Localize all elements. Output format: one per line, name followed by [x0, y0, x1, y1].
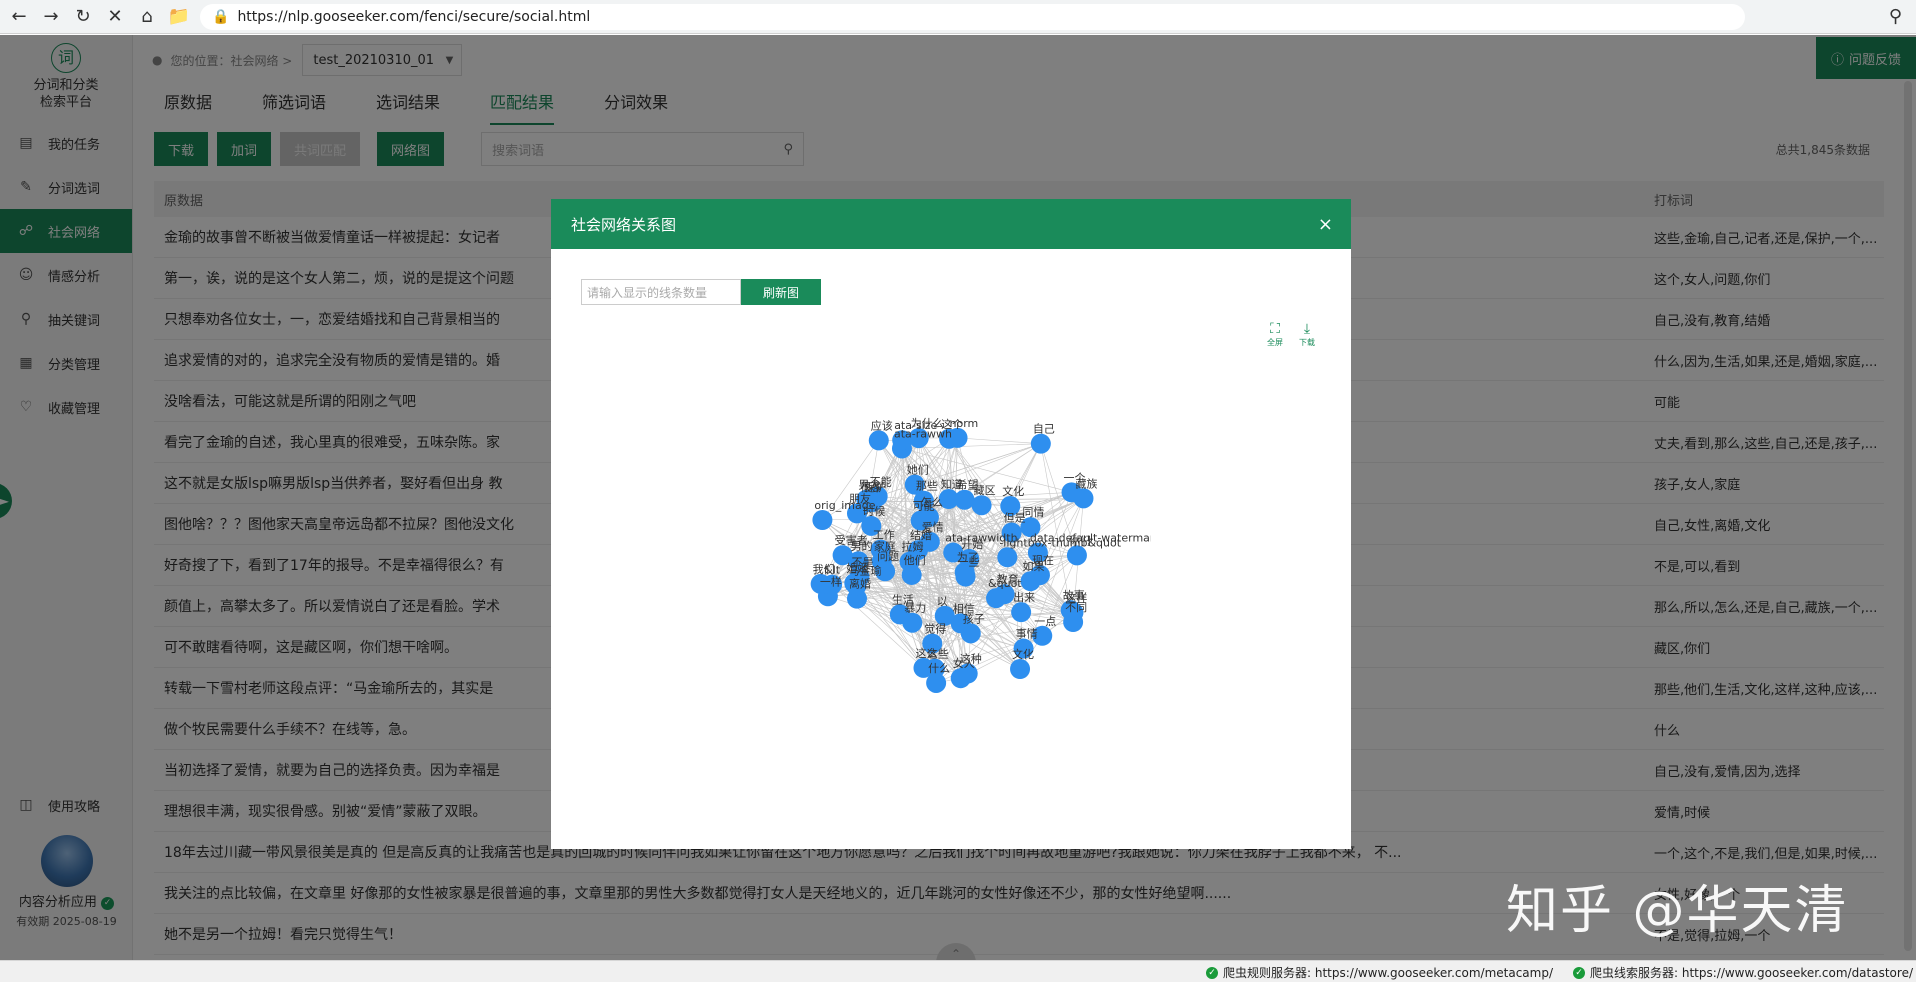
graph-download-label: 下载 [1299, 338, 1315, 347]
reload-icon[interactable]: ↻ [70, 4, 96, 30]
folder-icon[interactable]: 📁 [166, 4, 192, 30]
status-clue-text: 爬虫线索服务器: https://www.gooseeker.com/datas… [1590, 966, 1913, 980]
status-clue-server: ✓ 爬虫线索服务器: https://www.gooseeker.com/data… [1573, 964, 1913, 981]
graph-node-label: -lightbox-thumb&quot [999, 536, 1121, 549]
forward-icon[interactable]: → [38, 4, 64, 30]
graph-node[interactable] [812, 509, 833, 530]
graph-node-label: 文化 [1012, 647, 1034, 661]
graph-node[interactable] [1020, 571, 1041, 592]
fullscreen-button[interactable]: ⛶ 全屏 [1267, 321, 1283, 348]
graph-node-label: 他们 [904, 553, 926, 567]
download-icon: ⤓ [1303, 321, 1311, 337]
graph-node[interactable] [954, 489, 975, 510]
graph-node-label: 以 [937, 595, 948, 608]
graph-node[interactable] [1063, 612, 1084, 633]
graph-node-label: 觉得 [924, 623, 946, 636]
graph-node[interactable] [971, 495, 992, 516]
graph-node-label: 你们 [1069, 533, 1091, 547]
graph-node-label: &lt [824, 564, 841, 577]
graph-node[interactable] [1010, 659, 1031, 680]
url-text: https://nlp.gooseeker.com/fenci/secure/s… [237, 9, 591, 25]
graph-node-label: 一点 [1034, 615, 1056, 628]
graph-node-label: 不同 [1065, 601, 1087, 614]
graph-node-label: 这个 [941, 417, 963, 431]
home-icon[interactable]: ⌂ [134, 4, 160, 30]
graph-node-label: 一个 [1064, 471, 1086, 484]
graph-node-label: orig_image [814, 499, 875, 512]
graph-node-label: 如果 [1023, 559, 1045, 573]
graph-node-label: 文化 [1002, 484, 1024, 498]
graph-node-label: 这些 [927, 647, 949, 661]
graph-edge [957, 437, 1041, 444]
modal-controls: 请输入显示的线条数量 刷新图 [581, 279, 821, 305]
fullscreen-label: 全屏 [1267, 338, 1283, 347]
graph-node[interactable] [986, 588, 1007, 609]
graph-node-label: 为什么 [911, 417, 944, 430]
graph-node-label: 不是 [851, 556, 873, 569]
address-bar[interactable]: 🔒 https://nlp.gooseeker.com/fenci/secure… [200, 4, 1745, 30]
graph-node-label: 她们 [907, 463, 929, 477]
network-graph[interactable]: 受害者教育婚姻故事保护这么怎么工作那些朋友一些藏族出来但是离婚她们文化问题时候事… [751, 349, 1151, 749]
graph-node-label: 离婚 [849, 577, 871, 591]
graph-edge [1040, 443, 1072, 611]
close-icon[interactable]: × [1318, 214, 1333, 235]
graph-node-label: 家庭 [874, 539, 896, 553]
check-icon: ✓ [1573, 966, 1585, 979]
line-count-input[interactable]: 请输入显示的线条数量 [581, 279, 741, 305]
graph-node-label: 男人 [858, 479, 880, 492]
stop-icon[interactable]: ✕ [102, 4, 128, 30]
graph-node-label: 为了 [957, 551, 979, 564]
status-bar: ✓ 爬虫规则服务器: https://www.gooseeker.com/meta… [0, 960, 1916, 982]
graph-download-button[interactable]: ⤓ 下载 [1299, 321, 1315, 348]
graph-node-label: 希望 [957, 478, 979, 492]
watermark: 知乎 @华天清 [1506, 881, 1849, 941]
graph-node-label: 可能 [913, 499, 935, 513]
graph-node-label: 那些 [916, 479, 938, 493]
graph-node[interactable] [926, 672, 947, 693]
status-rule-text: 爬虫规则服务器: https://www.gooseeker.com/metac… [1223, 966, 1554, 980]
graph-node-label: &quot [988, 577, 1022, 590]
back-icon[interactable]: ← [6, 4, 32, 30]
search-icon[interactable]: ⚲ [1889, 6, 1902, 27]
graph-node-label: 暴力 [904, 602, 926, 615]
graph-node[interactable] [901, 564, 922, 585]
graph-node-label: 应该 [871, 418, 893, 432]
lock-icon: 🔒 [212, 9, 230, 25]
graph-node[interactable] [1030, 433, 1051, 454]
graph-node-label: ata-rawwidth [945, 532, 1017, 545]
browser-toolbar: ← → ↻ ✕ ⌂ 📁 🔒 https://nlp.gooseeker.com/… [0, 0, 1916, 34]
graph-node[interactable] [868, 430, 889, 451]
modal-title: 社会网络关系图 [571, 215, 677, 234]
graph-node[interactable] [902, 612, 923, 633]
graph-node-label: 事情 [1016, 628, 1038, 641]
graph-node[interactable] [997, 547, 1018, 568]
network-modal: 社会网络关系图 × 请输入显示的线条数量 刷新图 ⛶ 全屏 ⤓ 下载 受害者 教育… [551, 199, 1351, 849]
graph-node-label: 同情 [1022, 506, 1044, 519]
graph-node-label: 出来 [1013, 590, 1035, 604]
graph-node-label: 相信 [953, 602, 975, 615]
modal-header: 社会网络关系图 × [551, 199, 1351, 249]
refresh-graph-button[interactable]: 刷新图 [741, 279, 821, 305]
fullscreen-icon: ⛶ [1270, 321, 1280, 337]
check-icon: ✓ [1206, 966, 1218, 979]
graph-node-label: 自己 [1033, 423, 1055, 436]
graph-node-label: 结婚 [910, 528, 932, 542]
graph-node[interactable] [1011, 602, 1032, 623]
status-rule-server: ✓ 爬虫规则服务器: https://www.gooseeker.com/meta… [1206, 964, 1553, 981]
graph-node-label: 什么 [928, 662, 950, 675]
graph-node-label: 男的 [851, 539, 873, 553]
graph-node-label: 这种 [960, 652, 982, 666]
